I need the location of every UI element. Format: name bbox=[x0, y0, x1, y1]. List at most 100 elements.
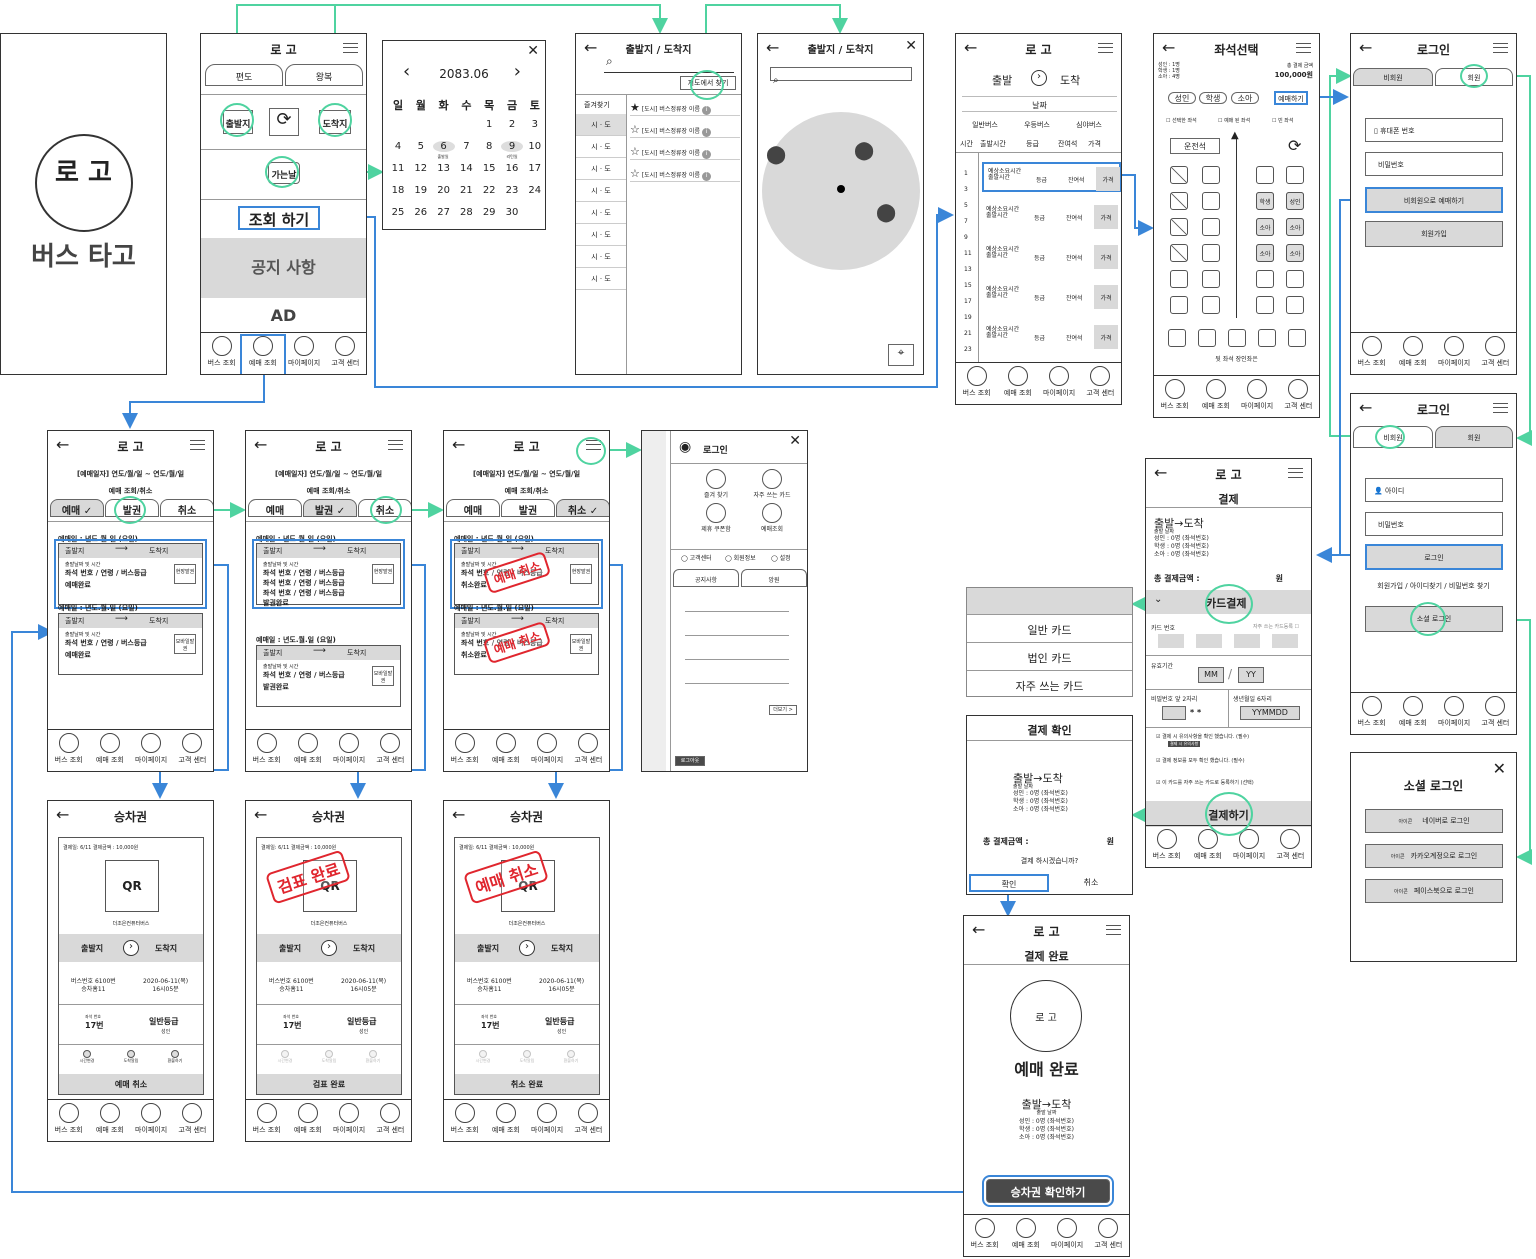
date-bar[interactable]: 날짜 bbox=[962, 96, 1117, 112]
history-tab[interactable]: 발권 bbox=[501, 499, 555, 517]
pin-icon[interactable]: ⬤ bbox=[876, 202, 896, 223]
calendar-day[interactable]: 4 bbox=[387, 141, 409, 152]
pin-icon[interactable]: ⬤ bbox=[766, 144, 786, 165]
seat[interactable] bbox=[1170, 244, 1188, 262]
calendar-day[interactable]: 3 bbox=[524, 119, 545, 130]
region-item[interactable]: 시 · 도 bbox=[576, 224, 626, 246]
seat[interactable] bbox=[1228, 329, 1246, 347]
pw2-input[interactable] bbox=[1162, 706, 1186, 720]
region-item[interactable]: 시 · 도 bbox=[576, 180, 626, 202]
nav-item-3[interactable]: 고객 센터 bbox=[1278, 379, 1319, 417]
ad-banner[interactable]: AD bbox=[201, 306, 366, 325]
nav-item-0[interactable]: 버스 조회 bbox=[48, 733, 89, 771]
tab-request[interactable]: 앙원 bbox=[741, 569, 807, 587]
nav-item-3[interactable]: 고객 센터 bbox=[1270, 829, 1311, 867]
nav-item-2[interactable]: 마이페이지 bbox=[131, 733, 172, 771]
nav-item-3[interactable]: 고객 센터 bbox=[1088, 1218, 1129, 1256]
nav-item-2[interactable]: 마이페이지 bbox=[1237, 379, 1278, 417]
history-tab[interactable]: 취소 bbox=[160, 499, 213, 517]
nav-item-1[interactable]: 예매 조회 bbox=[1392, 336, 1433, 374]
terminal-item[interactable]: ☆ [도시] 버스정류장 이름 i bbox=[630, 162, 740, 182]
nav-item-0[interactable]: 버스 조회 bbox=[444, 733, 485, 771]
seat[interactable] bbox=[1286, 270, 1304, 288]
menu-icon[interactable] bbox=[1493, 43, 1508, 53]
nav-item-3[interactable]: 고객 센터 bbox=[1475, 696, 1516, 734]
type-student[interactable]: 학생 bbox=[1199, 92, 1227, 104]
seat[interactable] bbox=[1288, 329, 1306, 347]
history-tab[interactable]: 예매 bbox=[446, 499, 500, 517]
kakao-login-button[interactable]: 아이콘 카카오계정으로 로그인 bbox=[1365, 844, 1503, 868]
nav-item-0[interactable]: 버스 조회 bbox=[1351, 336, 1392, 374]
seat-selected[interactable]: 학생 bbox=[1256, 192, 1274, 210]
booking-card[interactable]: 출발지 ⟶ 도착지 출발날짜 및 시간 좌석 번호 / 연령 / 버스등급 발권완료… bbox=[256, 645, 401, 707]
nav-item-3[interactable]: 고객 센터 bbox=[568, 1103, 609, 1141]
close-icon[interactable]: ✕ bbox=[1493, 759, 1506, 778]
nav-item-3[interactable]: 고객 센터 bbox=[172, 733, 213, 771]
calendar-day[interactable]: 14 bbox=[455, 163, 477, 174]
search-icon[interactable]: ⌕ bbox=[606, 54, 613, 69]
history-tab[interactable]: 예매 bbox=[248, 499, 302, 517]
radio-support[interactable]: ◯ 고객센터 bbox=[681, 553, 712, 562]
ticket-action-button[interactable]: 취소 완료 bbox=[455, 1074, 599, 1094]
pin-icon[interactable]: ⬤ bbox=[854, 140, 874, 161]
calendar-day[interactable]: 11 bbox=[387, 163, 409, 174]
booking-card[interactable]: 출발지 ⟶ 도착지 출발날짜 및 시간 좌석 번호 / 연령 / 버스등급 예매완료… bbox=[54, 539, 207, 609]
view-ticket-button[interactable]: 승차권 확인하기 bbox=[982, 1175, 1114, 1207]
close-icon[interactable]: ✕ bbox=[905, 38, 917, 54]
calendar-day[interactable]: 29 bbox=[478, 207, 500, 218]
nav-item-2[interactable]: 마이페이지 bbox=[1047, 1218, 1088, 1256]
card-favorite[interactable]: 자주 쓰는 카드 bbox=[967, 670, 1132, 698]
login-button[interactable]: 로그인 bbox=[1365, 544, 1503, 570]
schedule-row[interactable]: 예상소요시간 출발시간 등급 잔여석 가격 bbox=[982, 162, 1121, 192]
locate-icon[interactable]: ⌖ bbox=[888, 344, 914, 366]
nav-item-1[interactable]: 예매 조회 bbox=[485, 733, 526, 771]
nav-bus[interactable]: 버스 조회 bbox=[201, 336, 242, 374]
phone-field[interactable]: ▯ 휴대폰 번호 bbox=[1365, 118, 1503, 142]
seat[interactable] bbox=[1202, 244, 1220, 262]
birth-input[interactable]: YYMMDD bbox=[1240, 706, 1300, 720]
ticket-action-button[interactable]: 검표 완료 bbox=[257, 1074, 401, 1094]
region-item[interactable]: 시 · 도 bbox=[576, 136, 626, 158]
nav-item-0[interactable]: 버스 조회 bbox=[1351, 696, 1392, 734]
drawer-item[interactable]: 예매조회 bbox=[747, 503, 797, 533]
drawer-login[interactable]: 로그인 bbox=[703, 443, 728, 456]
radio-settings[interactable]: ◯ 설정 bbox=[771, 553, 791, 562]
ticket-option[interactable]: 환불하기 bbox=[353, 1050, 393, 1064]
nav-item-3[interactable]: 고객 센터 bbox=[370, 733, 411, 771]
region-item[interactable]: 시 · 도 bbox=[576, 114, 626, 136]
seat[interactable] bbox=[1256, 166, 1274, 184]
calendar-day[interactable]: 26 bbox=[410, 207, 432, 218]
favorites-label[interactable]: 즐겨찾기 bbox=[584, 100, 610, 110]
calendar-day[interactable]: 18 bbox=[387, 185, 409, 196]
ticket-option[interactable]: 시간변경 bbox=[463, 1050, 503, 1064]
issue-button[interactable]: 현장발권 bbox=[372, 564, 394, 584]
nav-item-1[interactable]: 예매 조회 bbox=[485, 1103, 526, 1141]
calendar-day[interactable]: 28 bbox=[455, 207, 477, 218]
type-child[interactable]: 소아 bbox=[1231, 92, 1259, 104]
nav-item-0[interactable]: 버스 조회 bbox=[246, 733, 287, 771]
ticket-option[interactable]: 시간변경 bbox=[265, 1050, 305, 1064]
nav-item-1[interactable]: 예매 조회 bbox=[287, 1103, 328, 1141]
nav-item-2[interactable]: 마이페이지 bbox=[527, 1103, 568, 1141]
account-links[interactable]: 회원가입 / 아이디찾기 / 비밀번호 찾기 bbox=[1351, 581, 1516, 591]
nav-item-1[interactable]: 예매 조회 bbox=[1195, 379, 1236, 417]
menu-icon[interactable] bbox=[1098, 43, 1113, 53]
calendar-day[interactable]: 15 bbox=[478, 163, 500, 174]
more-button[interactable]: 더보기 > bbox=[769, 705, 797, 715]
calendar-day[interactable]: 25 bbox=[387, 207, 409, 218]
reserve-button[interactable]: 예매하기 bbox=[1274, 91, 1308, 105]
issue-button[interactable]: 현장발권 bbox=[570, 564, 592, 584]
card-general[interactable]: 일반 카드 bbox=[967, 614, 1132, 642]
seat[interactable] bbox=[1170, 218, 1188, 236]
nav-support[interactable]: 고객 센터 bbox=[325, 336, 366, 374]
expiry-month[interactable]: MM bbox=[1198, 667, 1224, 683]
swap-icon[interactable]: ⟳ bbox=[269, 108, 299, 136]
nav-item-2[interactable]: 마이페이지 bbox=[1039, 366, 1080, 404]
ticket-option[interactable]: 도착알림 bbox=[309, 1050, 349, 1064]
calendar-day[interactable]: 13 bbox=[433, 163, 455, 174]
menu-icon[interactable] bbox=[1296, 43, 1311, 53]
menu-icon[interactable] bbox=[1493, 403, 1508, 413]
nav-item-2[interactable]: 마이페이지 bbox=[329, 733, 370, 771]
calendar-day[interactable]: 8 bbox=[478, 141, 500, 152]
tab-guest[interactable]: 비회원 bbox=[1353, 68, 1433, 86]
